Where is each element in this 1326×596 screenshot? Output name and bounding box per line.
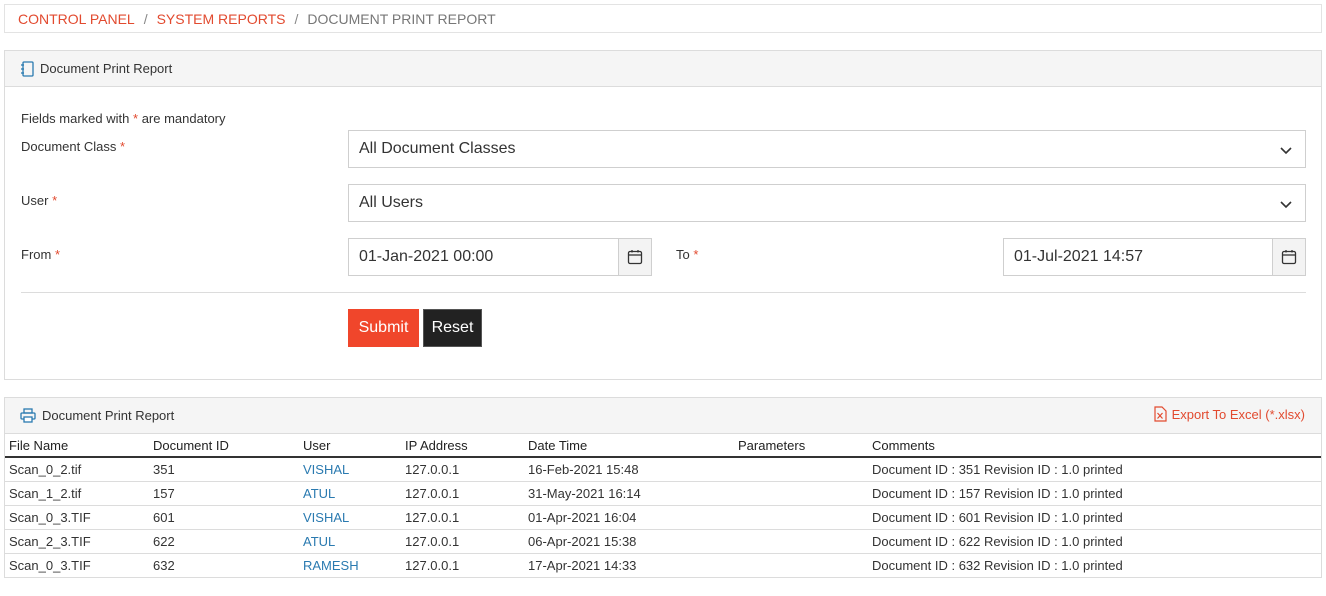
cell-date-time: 06-Apr-2021 15:38: [524, 529, 734, 554]
cell-ip-address: 127.0.0.1: [401, 529, 524, 554]
cell-comments: Document ID : 601 Revision ID : 1.0 prin…: [868, 505, 1321, 530]
breadcrumb-separator: /: [294, 10, 299, 27]
printer-icon: [20, 408, 36, 423]
cell-file-name: Scan_0_3.TIF: [5, 553, 149, 578]
breadcrumb-control-panel[interactable]: CONTROL PANEL: [18, 11, 135, 27]
cell-file-name: Scan_2_3.TIF: [5, 529, 149, 554]
cell-document-id: 632: [149, 553, 299, 578]
from-label: From *: [21, 247, 61, 262]
cell-date-time: 17-Apr-2021 14:33: [524, 553, 734, 578]
breadcrumb: CONTROL PANEL / SYSTEM REPORTS / DOCUMEN…: [4, 4, 1322, 33]
to-date-input[interactable]: 01-Jul-2021 14:57: [1003, 238, 1274, 276]
document-class-label: Document Class *: [21, 139, 126, 154]
reset-button[interactable]: Reset: [423, 309, 482, 347]
cell-user-link[interactable]: ATUL: [299, 529, 401, 554]
cell-user-link[interactable]: ATUL: [299, 481, 401, 506]
table-row: Scan_2_3.TIF 622 ATUL 127.0.0.1 06-Apr-2…: [5, 529, 1321, 554]
mandatory-note: Fields marked with * are mandatory: [21, 111, 226, 126]
cell-user-link[interactable]: VISHAL: [299, 457, 401, 482]
document-class-value: All Document Classes: [359, 140, 516, 157]
form-panel-title: Document Print Report: [40, 61, 173, 76]
cell-document-id: 622: [149, 529, 299, 554]
cell-date-time: 31-May-2021 16:14: [524, 481, 734, 506]
cell-document-id: 601: [149, 505, 299, 530]
cell-user-link[interactable]: RAMESH: [299, 553, 401, 578]
from-date-input[interactable]: 01-Jan-2021 00:00: [348, 238, 619, 276]
breadcrumb-current: DOCUMENT PRINT REPORT: [307, 10, 496, 27]
cell-date-time: 01-Apr-2021 16:04: [524, 505, 734, 530]
table-row: Scan_1_2.tif 157 ATUL 127.0.0.1 31-May-2…: [5, 481, 1321, 506]
cell-ip-address: 127.0.0.1: [401, 457, 524, 482]
cell-comments: Document ID : 351 Revision ID : 1.0 prin…: [868, 457, 1321, 482]
results-panel-header: Document Print Report: [5, 398, 1321, 434]
user-select[interactable]: All Users: [348, 184, 1306, 222]
cell-comments: Document ID : 632 Revision ID : 1.0 prin…: [868, 553, 1321, 578]
user-label: User *: [21, 193, 58, 208]
export-excel-link[interactable]: Export To Excel (*.xlsx): [1153, 406, 1305, 422]
cell-ip-address: 127.0.0.1: [401, 505, 524, 530]
report-results-panel: Document Print Report Export To Excel (*…: [4, 397, 1322, 578]
submit-button[interactable]: Submit: [348, 309, 419, 347]
user-value: All Users: [359, 194, 424, 211]
cell-file-name: Scan_0_3.TIF: [5, 505, 149, 530]
cell-comments: Document ID : 622 Revision ID : 1.0 prin…: [868, 529, 1321, 554]
table-row: Scan_0_3.TIF 632 RAMESH 127.0.0.1 17-Apr…: [5, 553, 1321, 578]
breadcrumb-system-reports[interactable]: SYSTEM REPORTS: [157, 11, 286, 27]
col-document-id[interactable]: Document ID: [149, 434, 299, 458]
table-row: Scan_0_2.tif 351 VISHAL 127.0.0.1 16-Feb…: [5, 457, 1321, 482]
breadcrumb-separator: /: [143, 10, 148, 27]
notebook-icon: [21, 60, 34, 77]
results-panel-title: Document Print Report: [42, 408, 175, 423]
cell-file-name: Scan_1_2.tif: [5, 481, 149, 506]
print-report-table: File Name Document ID User IP Address Da…: [5, 434, 1321, 578]
cell-date-time: 16-Feb-2021 15:48: [524, 457, 734, 482]
cell-parameters: [734, 553, 868, 578]
excel-file-icon: [1153, 406, 1167, 422]
to-label: To *: [676, 247, 699, 262]
cell-user-link[interactable]: VISHAL: [299, 505, 401, 530]
table-header-row: File Name Document ID User IP Address Da…: [5, 434, 1321, 458]
cell-document-id: 157: [149, 481, 299, 506]
calendar-icon: [1281, 250, 1297, 265]
to-calendar-button[interactable]: [1272, 238, 1306, 276]
col-comments[interactable]: Comments: [868, 434, 1321, 458]
cell-parameters: [734, 529, 868, 554]
form-divider: [21, 292, 1306, 293]
col-parameters[interactable]: Parameters: [734, 434, 868, 458]
from-calendar-button[interactable]: [618, 238, 652, 276]
cell-ip-address: 127.0.0.1: [401, 481, 524, 506]
chevron-down-icon: [1280, 147, 1292, 155]
cell-file-name: Scan_0_2.tif: [5, 457, 149, 482]
cell-document-id: 351: [149, 457, 299, 482]
cell-comments: Document ID : 157 Revision ID : 1.0 prin…: [868, 481, 1321, 506]
document-class-select[interactable]: All Document Classes: [348, 130, 1306, 168]
cell-parameters: [734, 481, 868, 506]
form-panel-header: Document Print Report: [5, 51, 1321, 87]
col-user[interactable]: User: [299, 434, 401, 458]
col-file-name[interactable]: File Name: [5, 434, 149, 458]
cell-ip-address: 127.0.0.1: [401, 553, 524, 578]
table-row: Scan_0_3.TIF 601 VISHAL 127.0.0.1 01-Apr…: [5, 505, 1321, 530]
calendar-icon: [627, 250, 643, 265]
chevron-down-icon: [1280, 201, 1292, 209]
col-date-time[interactable]: Date Time: [524, 434, 734, 458]
cell-parameters: [734, 457, 868, 482]
cell-parameters: [734, 505, 868, 530]
col-ip-address[interactable]: IP Address: [401, 434, 524, 458]
